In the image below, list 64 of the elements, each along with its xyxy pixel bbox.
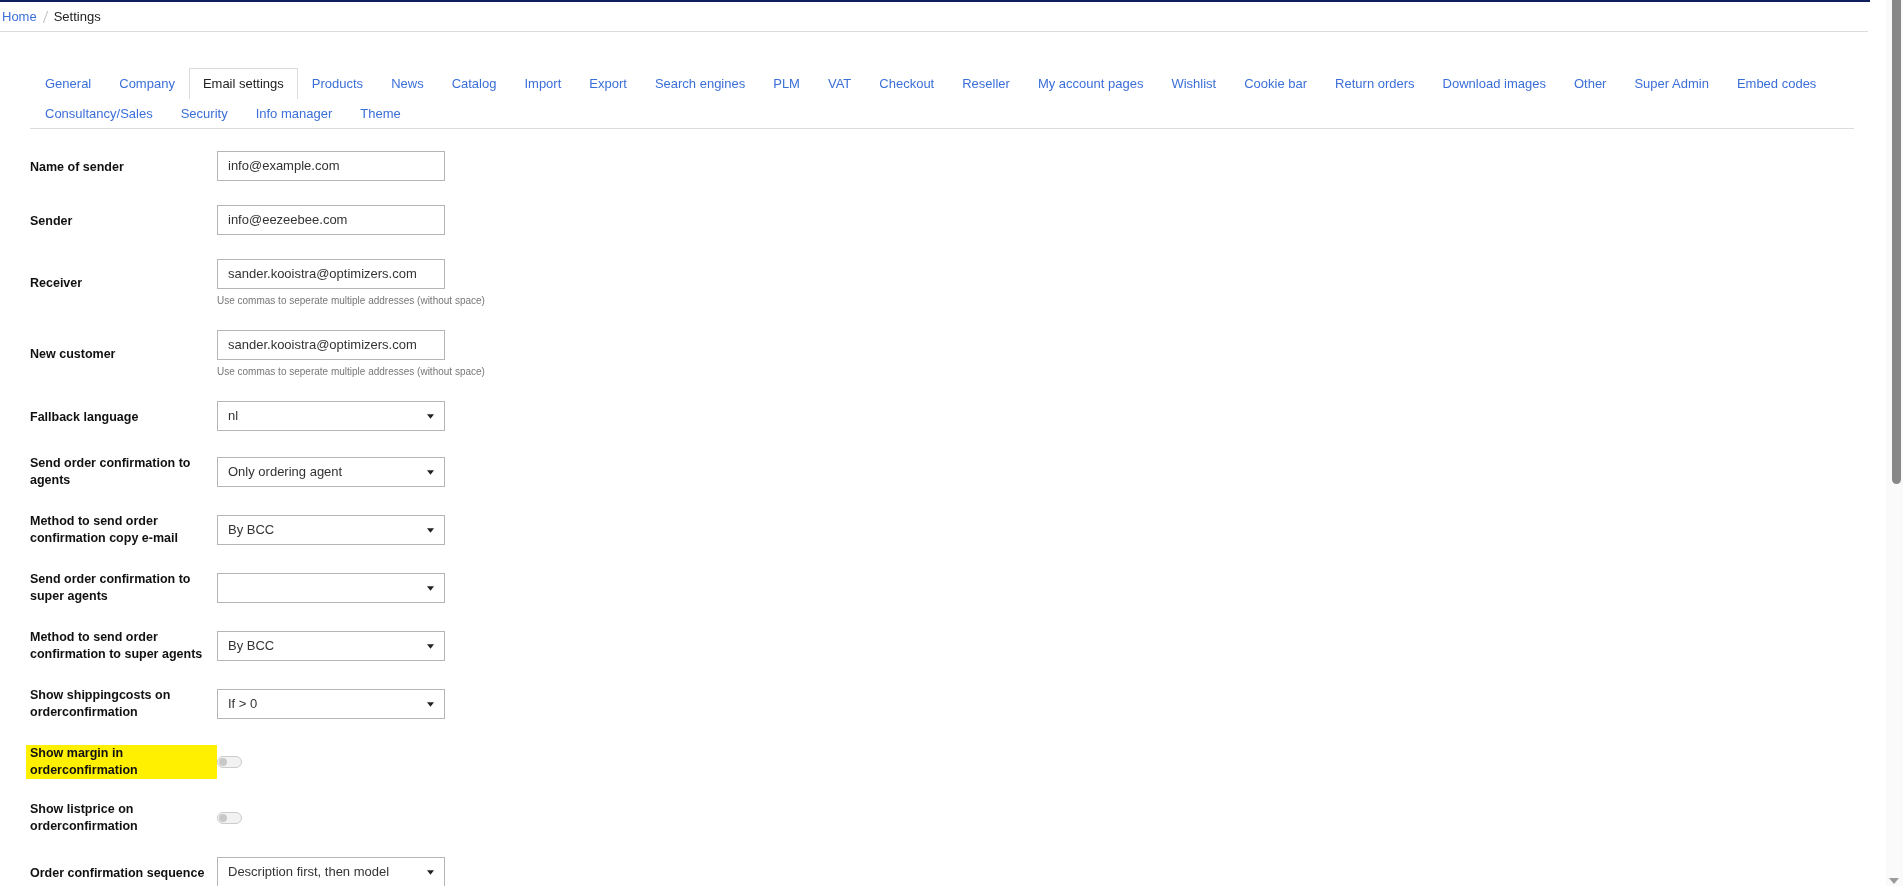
breadcrumb-current: Settings <box>53 9 101 24</box>
settings-tab[interactable]: Super Admin <box>1620 68 1723 98</box>
settings-tab[interactable]: Download images <box>1428 68 1560 98</box>
settings-tab[interactable]: Embed codes <box>1722 68 1831 98</box>
dropdown-field[interactable]: By BCC <box>217 515 445 545</box>
scroll-down-arrow-icon[interactable] <box>1889 878 1899 884</box>
vertical-scrollbar[interactable] <box>1886 0 1903 886</box>
field-label: Fallback language <box>30 408 139 426</box>
settings-tab[interactable]: Info manager <box>241 98 347 128</box>
caret-icon <box>427 469 434 475</box>
field-label: Show margin in orderconfirmation <box>26 745 217 779</box>
toggle-switch[interactable] <box>217 756 242 768</box>
settings-tab[interactable]: General <box>31 68 106 98</box>
settings-tab[interactable]: PLM <box>759 68 814 98</box>
field-label: Order confirmation sequence <box>30 864 205 882</box>
dropdown-field[interactable]: Only ordering agent <box>217 457 445 487</box>
field-label: Show shippingcosts on orderconfirmation <box>30 687 172 721</box>
caret-icon <box>427 643 434 649</box>
toggle-switch[interactable] <box>217 812 242 824</box>
caret-icon <box>427 701 434 707</box>
settings-tab[interactable]: Checkout <box>865 68 949 98</box>
field-label: New customer <box>30 346 116 363</box>
breadcrumb-link[interactable]: Home <box>2 9 37 24</box>
field-label: Show listprice on orderconfirmation <box>30 801 139 835</box>
field-label: Sender <box>30 212 73 230</box>
settings-tab[interactable]: Return orders <box>1321 68 1429 98</box>
settings-tab[interactable]: My account pages <box>1023 68 1158 98</box>
settings-tab[interactable]: Theme <box>346 98 415 128</box>
field-hint: Use commas to seperate multiple addresses (without space) <box>217 366 485 377</box>
dropdown-field[interactable]: Description first, then model <box>217 857 445 886</box>
caret-icon <box>427 869 434 875</box>
caret-icon <box>427 585 434 591</box>
text-field[interactable]: info@example.com <box>217 151 445 181</box>
settings-tab[interactable]: VAT <box>813 68 866 98</box>
caret-icon <box>427 413 434 419</box>
dropdown-field[interactable]: nl <box>217 401 445 431</box>
field-label: Method to send order confirmation to super agents <box>30 629 204 663</box>
settings-tab[interactable]: Catalog <box>437 68 511 98</box>
settings-tab[interactable]: Search engines <box>640 68 760 98</box>
field-hint: Use commas to seperate multiple addresses (without space) <box>217 295 485 306</box>
settings-tab[interactable]: News <box>377 68 438 98</box>
dropdown-field[interactable] <box>217 573 445 603</box>
settings-tab[interactable]: Import <box>510 68 576 98</box>
settings-tab[interactable]: Cookie bar <box>1230 68 1322 98</box>
settings-tab[interactable]: Company <box>105 68 189 98</box>
field-label: Send order confirmation to agents <box>30 455 192 489</box>
text-field[interactable]: sander.kooistra@optimizers.com <box>217 259 445 289</box>
field-label: Send order confirmation to super agents <box>30 571 192 605</box>
text-field[interactable]: sander.kooistra@optimizers.com <box>217 330 445 360</box>
dropdown-field[interactable]: By BCC <box>217 631 445 661</box>
dropdown-field[interactable]: If > 0 <box>217 689 445 719</box>
settings-tab[interactable]: Other <box>1559 68 1621 98</box>
settings-tab[interactable]: Consultancy/Sales <box>31 98 167 128</box>
field-label: Method to send order confirmation copy e-mail <box>30 513 179 547</box>
settings-tab[interactable]: Wishlist <box>1157 68 1231 98</box>
settings-tab[interactable]: Email settings <box>188 68 298 99</box>
settings-tab[interactable]: Reseller <box>948 68 1024 98</box>
field-label: Receiver <box>30 275 83 292</box>
text-field[interactable]: info@eezeebee.com <box>217 205 445 235</box>
settings-tab[interactable]: Export <box>575 68 641 98</box>
settings-tab[interactable]: Security <box>166 98 242 128</box>
field-label: Name of sender <box>30 158 124 176</box>
caret-icon <box>427 527 434 533</box>
settings-tab[interactable]: Products <box>297 68 378 98</box>
